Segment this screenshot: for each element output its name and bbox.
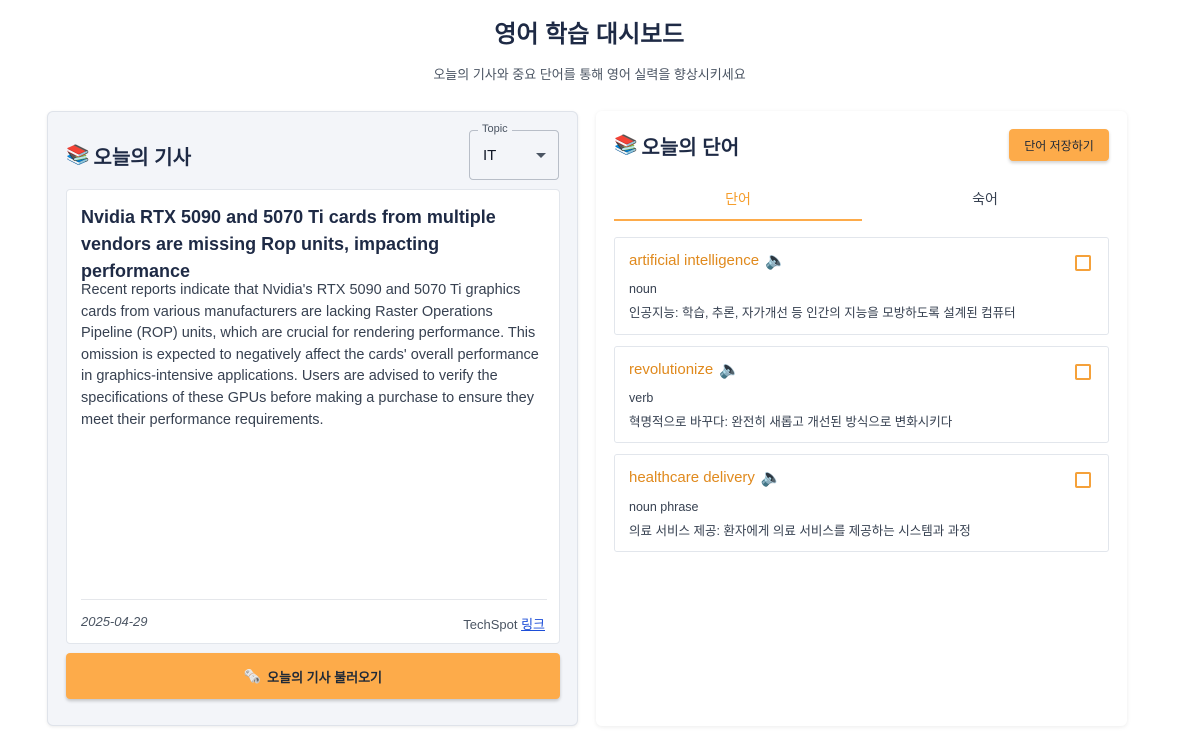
word-meaning: 인공지능: 학습, 추론, 자가개선 등 인간의 지능을 모방하도록 설계된 컴… bbox=[629, 306, 1016, 320]
topic-select[interactable]: Topic IT bbox=[469, 123, 559, 180]
tab-idioms[interactable]: 숙어 bbox=[861, 185, 1109, 222]
article-body: Recent reports indicate that Nvidia's RT… bbox=[81, 282, 539, 428]
topic-label: Topic bbox=[478, 123, 512, 135]
topic-value: IT bbox=[483, 147, 497, 164]
article-panel-title: 📚 오늘의 기사 bbox=[66, 141, 191, 170]
word-checkbox[interactable] bbox=[1075, 255, 1091, 271]
article-source: TechSpot 링크 bbox=[463, 614, 545, 633]
word-term: artificial intelligence bbox=[629, 252, 760, 269]
article-link[interactable]: 링크 bbox=[521, 617, 545, 632]
word-term: healthcare delivery bbox=[629, 469, 755, 486]
load-article-button-label: 오늘의 기사 불러오기 bbox=[267, 669, 383, 685]
word-term: revolutionize bbox=[629, 361, 714, 378]
article-headline: Nvidia RTX 5090 and 5070 Ti cards from m… bbox=[81, 207, 496, 281]
word-row: revolutionize 🔈 bbox=[629, 361, 740, 378]
word-card: revolutionize 🔈 verb 혁명적으로 바꾸다: 완전히 새롭고 … bbox=[614, 346, 1109, 443]
article-panel-title-label: 오늘의 기사 bbox=[93, 147, 192, 169]
article-panel: 📚 오늘의 기사 Topic IT Nvidia RTX 5090 and 50… bbox=[47, 111, 578, 726]
tab-words[interactable]: 단어 bbox=[614, 185, 862, 222]
word-card: healthcare delivery 🔈 noun phrase 의료 서비스… bbox=[614, 454, 1109, 552]
page-title: 영어 학습 대시보드 bbox=[494, 21, 685, 48]
words-panel-title: 📚 오늘의 단어 bbox=[614, 131, 739, 160]
word-card: artificial intelligence 🔈 noun 인공지능: 학습,… bbox=[614, 237, 1109, 335]
dropdown-caret-icon bbox=[536, 153, 546, 158]
books-icon: 📚 bbox=[614, 135, 638, 156]
word-part-of-speech: noun phrase bbox=[629, 500, 699, 514]
word-checkbox[interactable] bbox=[1075, 472, 1091, 488]
speaker-icon[interactable]: 🔈 bbox=[761, 469, 782, 486]
word-meaning: 혁명적으로 바꾸다: 완전히 새롭고 개선된 방식으로 변화시키다 bbox=[629, 415, 953, 429]
save-words-button[interactable]: 단어 저장하기 bbox=[1009, 129, 1109, 161]
active-tab-indicator bbox=[614, 219, 862, 221]
article-card: Nvidia RTX 5090 and 5070 Ti cards from m… bbox=[66, 189, 560, 644]
word-part-of-speech: noun bbox=[629, 282, 657, 296]
word-part-of-speech: verb bbox=[629, 391, 654, 405]
article-date: 2025-04-29 bbox=[81, 614, 148, 629]
words-panel: 📚 오늘의 단어 단어 저장하기 단어 숙어 artificial intell… bbox=[596, 111, 1127, 726]
word-tabs: 단어 숙어 bbox=[614, 185, 1109, 222]
newspaper-icon: 🗞️ bbox=[243, 667, 262, 684]
words-panel-title-label: 오늘의 단어 bbox=[641, 137, 740, 159]
speaker-icon[interactable]: 🔈 bbox=[719, 361, 740, 378]
load-article-button[interactable]: 🗞️ 오늘의 기사 불러오기 bbox=[66, 653, 560, 699]
word-row: healthcare delivery 🔈 bbox=[629, 469, 782, 486]
article-source-name: TechSpot bbox=[463, 617, 518, 632]
word-row: artificial intelligence 🔈 bbox=[629, 252, 786, 269]
books-icon: 📚 bbox=[66, 145, 90, 166]
article-divider bbox=[81, 599, 547, 600]
word-checkbox[interactable] bbox=[1075, 364, 1091, 380]
page-subtitle: 오늘의 기사와 중요 단어를 통해 영어 실력을 향상시키세요 bbox=[433, 67, 746, 82]
word-meaning: 의료 서비스 제공: 환자에게 의료 서비스를 제공하는 시스템과 과정 bbox=[629, 524, 971, 538]
speaker-icon[interactable]: 🔈 bbox=[765, 252, 786, 269]
